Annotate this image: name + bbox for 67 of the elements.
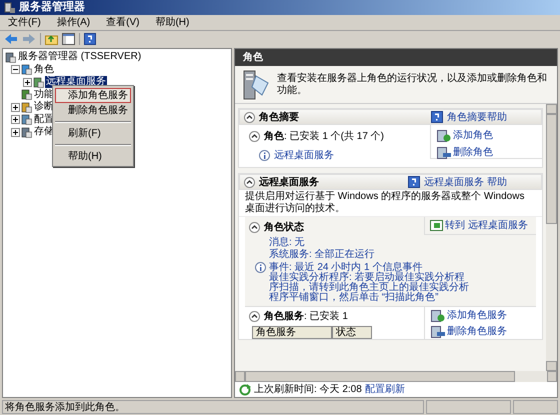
help-icon [84, 32, 96, 44]
action-link[interactable]: 添加角色服务 [447, 308, 507, 323]
menu-item[interactable]: 删除角色服务 [55, 103, 131, 118]
section-title: 远程桌面服务 [259, 176, 320, 190]
goto-link[interactable]: 转到 远程桌面服务 [445, 218, 528, 233]
info-icon [259, 150, 270, 161]
help-link[interactable]: 角色摘要帮助 [447, 110, 507, 124]
node-icon [21, 114, 32, 126]
description-text: 查看安装在服务器上角色的运行状况，以及添加或删除角色和功能。 [277, 72, 548, 96]
status-message: 消息: 无 [268, 237, 306, 248]
node-icon [5, 52, 16, 63]
tree-item[interactable]: 角色 [33, 64, 55, 76]
refresh-time: 上次刷新时间: 今天 2:08 [254, 382, 362, 397]
node-icon [21, 64, 32, 76]
collapse-icon [244, 176, 255, 188]
help-icon [408, 176, 420, 188]
window-title: 服务器管理器 [19, 1, 85, 14]
menu-item[interactable]: 帮助(H) [55, 149, 131, 164]
action-link[interactable]: 删除角色 [453, 145, 493, 160]
help-icon [431, 111, 443, 123]
folder-up-icon [45, 32, 58, 44]
remove-icon [431, 326, 445, 338]
remove-icon [437, 146, 451, 158]
info-icon [255, 262, 266, 272]
roles-count: 角色: 已安装 1 个(共 17 个) [264, 130, 384, 144]
collapse-icon [249, 222, 260, 233]
status-bar-panel [513, 400, 558, 414]
bpa-message: 最佳实践分析程序: 若要启动最佳实践分析程序扫描，请转到此角色主页上的最佳实践分析程序平铺窗口，然后单击 “扫描此角色” [269, 273, 470, 303]
section-title: 角色摘要 [259, 110, 300, 124]
add-icon [437, 130, 451, 142]
menu-item[interactable]: 帮助(H) [151, 15, 194, 30]
collapse-icon [249, 311, 260, 322]
app-icon [4, 2, 15, 13]
node-icon [21, 126, 32, 138]
add-icon [431, 310, 445, 322]
section-title: 角色状态 [264, 220, 304, 235]
forward-icon [22, 32, 36, 44]
pane-header: 角色 [235, 49, 557, 66]
action-link[interactable]: 添加角色 [453, 128, 493, 143]
collapse-icon [244, 112, 255, 122]
action-link[interactable]: 删除角色服务 [447, 324, 507, 339]
node-icon [21, 89, 32, 100]
server-icon [243, 70, 269, 100]
vertical-scrollbar[interactable] [546, 104, 557, 371]
node-icon [33, 76, 44, 88]
status-text: 将角色服务添加到此角色。 [2, 400, 424, 414]
node-icon [21, 102, 32, 113]
menu-item[interactable]: 操作(A) [52, 15, 94, 30]
tree-item[interactable]: 服务器管理器 (TSSERVER) [17, 51, 142, 64]
help-link[interactable]: 远程桌面服务 帮助 [424, 174, 507, 190]
column-header: 角色服务 [252, 326, 332, 339]
back-icon [4, 32, 18, 44]
role-link[interactable]: 远程桌面服务 [274, 148, 334, 163]
column-header: 状态 [332, 326, 372, 339]
menu-item[interactable]: 文件(F) [4, 15, 45, 30]
menu-item[interactable]: 添加角色服务 [55, 88, 131, 103]
collapse-icon [249, 131, 260, 142]
menu-item[interactable]: 查看(V) [102, 15, 144, 30]
refresh-icon [239, 384, 251, 396]
status-message: 系统服务: 全部正在运行 [268, 249, 376, 261]
horizontal-scrollbar[interactable] [235, 371, 557, 382]
status-message: 事件: 最近 24 小时内 1 个信息事件 [269, 260, 422, 272]
menu-item[interactable]: 刷新(F) [55, 126, 131, 141]
goto-icon [430, 220, 443, 231]
role-services-count: 角色服务: 已安装 1 [264, 310, 348, 324]
refresh-link[interactable]: 配置刷新 [364, 382, 405, 397]
console-tree-icon [62, 32, 75, 44]
